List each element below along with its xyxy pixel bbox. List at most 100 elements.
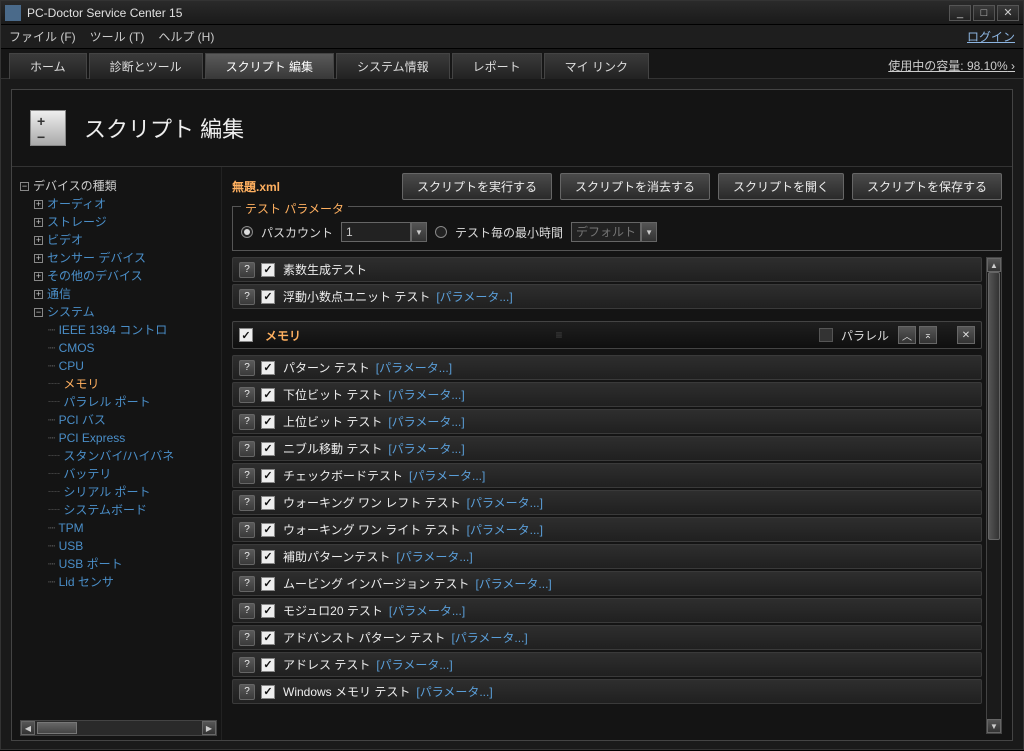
test-checkbox[interactable]	[261, 290, 275, 304]
scroll-up-icon[interactable]: ▲	[987, 258, 1001, 272]
tree-node[interactable]: ビデオ	[47, 233, 83, 247]
run-script-button[interactable]: スクリプトを実行する	[402, 173, 552, 200]
test-params-link[interactable]: [パラメータ...]	[376, 359, 452, 376]
tree-leaf[interactable]: PCI Express	[59, 431, 126, 445]
help-icon[interactable]: ?	[239, 360, 255, 376]
test-checkbox[interactable]	[261, 388, 275, 402]
scroll-down-icon[interactable]: ▼	[987, 719, 1001, 733]
help-icon[interactable]: ?	[239, 684, 255, 700]
scroll-right-icon[interactable]: ▶	[202, 721, 216, 735]
tree-toggle[interactable]: +	[34, 290, 43, 299]
test-params-link[interactable]: [パラメータ...]	[388, 440, 464, 457]
login-link[interactable]: ログイン	[967, 28, 1015, 45]
tree-node[interactable]: センサー デバイス	[47, 251, 146, 265]
tree-toggle[interactable]: +	[34, 200, 43, 209]
tree-leaf[interactable]: Lid センサ	[59, 575, 114, 589]
tree-toggle[interactable]: −	[34, 308, 43, 317]
test-checkbox[interactable]	[261, 523, 275, 537]
tree-leaf[interactable]: バッテリ	[63, 467, 111, 481]
test-params-link[interactable]: [パラメータ...]	[467, 521, 543, 538]
tree-toggle[interactable]: +	[34, 272, 43, 281]
test-params-link[interactable]: [パラメータ...]	[416, 683, 492, 700]
help-icon[interactable]: ?	[239, 522, 255, 538]
test-checkbox[interactable]	[261, 415, 275, 429]
help-icon[interactable]: ?	[239, 657, 255, 673]
test-params-link[interactable]: [パラメータ...]	[451, 629, 527, 646]
capacity-link[interactable]: 使用中の容量: 98.10%	[888, 57, 1015, 74]
collapse-up-icon[interactable]: ︿	[898, 326, 916, 344]
tree-node-system[interactable]: システム	[47, 305, 95, 319]
menu-tool[interactable]: ツール (T)	[90, 28, 145, 45]
clear-script-button[interactable]: スクリプトを消去する	[560, 173, 710, 200]
parallel-checkbox[interactable]	[819, 328, 833, 342]
help-icon[interactable]: ?	[239, 630, 255, 646]
tree-leaf[interactable]: システムボード	[63, 503, 147, 517]
mintime-dropdown-icon[interactable]: ▼	[641, 222, 657, 242]
test-checkbox[interactable]	[261, 658, 275, 672]
tree-leaf[interactable]: シリアル ポート	[63, 485, 150, 499]
help-icon[interactable]: ?	[239, 262, 255, 278]
tab-report[interactable]: レポート	[452, 53, 542, 79]
tree-leaf[interactable]: スタンバイ/ハイバネ	[63, 449, 174, 463]
tree-toggle[interactable]: −	[20, 182, 29, 191]
test-params-link[interactable]: [パラメータ...]	[388, 413, 464, 430]
tree-toggle[interactable]: +	[34, 254, 43, 263]
group-checkbox[interactable]	[239, 328, 253, 342]
tree-toggle[interactable]: +	[34, 236, 43, 245]
passcount-dropdown-icon[interactable]: ▼	[411, 222, 427, 242]
tree-leaf[interactable]: CPU	[59, 359, 84, 373]
passcount-input[interactable]	[341, 222, 411, 242]
help-icon[interactable]: ?	[239, 441, 255, 457]
help-icon[interactable]: ?	[239, 495, 255, 511]
minimize-button[interactable]: _	[949, 5, 971, 21]
tree-leaf[interactable]: PCI バス	[59, 413, 106, 427]
close-button[interactable]: ✕	[997, 5, 1019, 21]
mintime-input[interactable]	[571, 222, 641, 242]
test-params-link[interactable]: [パラメータ...]	[409, 467, 485, 484]
scroll-left-icon[interactable]: ◀	[21, 721, 35, 735]
test-checkbox[interactable]	[261, 361, 275, 375]
help-icon[interactable]: ?	[239, 576, 255, 592]
test-checkbox[interactable]	[261, 604, 275, 618]
test-checkbox[interactable]	[261, 550, 275, 564]
tab-diagnostics[interactable]: 診断とツール	[89, 53, 203, 79]
open-script-button[interactable]: スクリプトを開く	[718, 173, 844, 200]
tree-leaf[interactable]: パラレル ポート	[63, 395, 150, 409]
test-checkbox[interactable]	[261, 263, 275, 277]
test-params-link[interactable]: [パラメータ...]	[436, 288, 512, 305]
test-checkbox[interactable]	[261, 469, 275, 483]
test-checkbox[interactable]	[261, 496, 275, 510]
mintime-radio[interactable]	[435, 226, 447, 238]
tab-mylinks[interactable]: マイ リンク	[544, 53, 649, 79]
tree-toggle[interactable]: +	[34, 218, 43, 227]
group-close-icon[interactable]: ✕	[957, 326, 975, 344]
collapse-top-icon[interactable]: ⌅	[919, 326, 937, 344]
menu-file[interactable]: ファイル (F)	[9, 28, 76, 45]
test-params-link[interactable]: [パラメータ...]	[388, 386, 464, 403]
scroll-thumb[interactable]	[37, 722, 77, 734]
tree-leaf[interactable]: IEEE 1394 コントロ	[59, 323, 168, 337]
tree-node[interactable]: 通信	[47, 287, 71, 301]
save-script-button[interactable]: スクリプトを保存する	[852, 173, 1002, 200]
tree-leaf[interactable]: TPM	[58, 521, 83, 535]
vscroll-thumb[interactable]	[988, 272, 1000, 540]
test-params-link[interactable]: [パラメータ...]	[475, 575, 551, 592]
test-params-link[interactable]: [パラメータ...]	[389, 602, 465, 619]
test-checkbox[interactable]	[261, 442, 275, 456]
passcount-radio[interactable]	[241, 226, 253, 238]
help-icon[interactable]: ?	[239, 289, 255, 305]
help-icon[interactable]: ?	[239, 468, 255, 484]
sidebar-hscrollbar[interactable]: ◀ ▶	[20, 720, 217, 736]
tab-script-edit[interactable]: スクリプト 編集	[205, 53, 334, 79]
test-params-link[interactable]: [パラメータ...]	[376, 656, 452, 673]
tree-leaf[interactable]: メモリ	[63, 377, 99, 391]
test-checkbox[interactable]	[261, 685, 275, 699]
menu-help[interactable]: ヘルプ (H)	[158, 28, 214, 45]
test-checkbox[interactable]	[261, 577, 275, 591]
maximize-button[interactable]: □	[973, 5, 995, 21]
tree-leaf[interactable]: CMOS	[59, 341, 95, 355]
help-icon[interactable]: ?	[239, 414, 255, 430]
help-icon[interactable]: ?	[239, 387, 255, 403]
tab-sysinfo[interactable]: システム情報	[336, 53, 450, 79]
tree-node[interactable]: オーディオ	[47, 197, 106, 211]
